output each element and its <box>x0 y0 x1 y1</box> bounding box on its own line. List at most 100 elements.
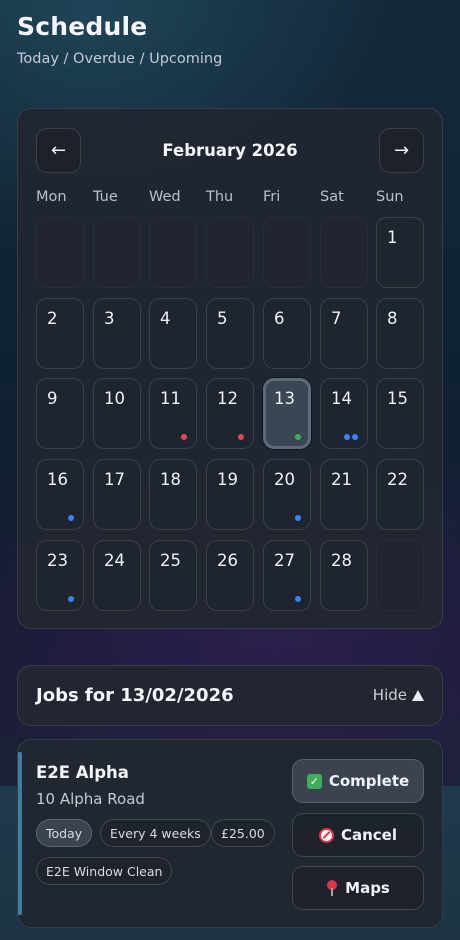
complete-button[interactable]: ✓ Complete <box>292 759 424 803</box>
calendar-day-26[interactable]: 26 <box>206 540 254 611</box>
day-number: 24 <box>104 551 125 570</box>
chip-frequency: Every 4 weeks <box>100 819 211 847</box>
calendar-day-19[interactable]: 19 <box>206 459 254 530</box>
calendar-card: ← February 2026 → Mon Tue Wed Thu Fri Sat Sun … <box>17 108 443 629</box>
job-markers <box>295 515 301 521</box>
cancel-button[interactable]: Cancel <box>292 813 424 857</box>
day-number: 16 <box>47 470 68 489</box>
day-number: 10 <box>104 389 125 408</box>
page-subtitle: Today / Overdue / Upcoming <box>17 51 223 67</box>
day-number: 7 <box>331 309 342 328</box>
job-markers <box>295 596 301 602</box>
job-address: 10 Alpha Road <box>36 790 145 808</box>
day-number: 3 <box>104 309 115 328</box>
calendar-day-22[interactable]: 22 <box>376 459 424 530</box>
chip-service: E2E Window Clean <box>36 857 173 885</box>
day-number: 28 <box>331 551 352 570</box>
calendar-day-15[interactable]: 15 <box>376 378 424 449</box>
calendar-empty-cell <box>36 217 84 288</box>
triangle-up-icon <box>412 689 424 701</box>
calendar-day-17[interactable]: 17 <box>93 459 141 530</box>
calendar-day-11[interactable]: 11 <box>149 378 197 449</box>
calendar-day-13[interactable]: 13 <box>263 378 311 449</box>
day-number: 4 <box>160 309 171 328</box>
maps-label: Maps <box>345 879 390 897</box>
job-marker-dot <box>68 515 74 521</box>
map-pin-icon <box>326 880 338 896</box>
calendar-day-28[interactable]: 28 <box>320 540 368 611</box>
calendar-day-16[interactable]: 16 <box>36 459 84 530</box>
hide-label: Hide <box>372 686 407 704</box>
maps-button[interactable]: Maps <box>292 866 424 910</box>
calendar-day-21[interactable]: 21 <box>320 459 368 530</box>
jobs-section-header: Jobs for 13/02/2026 Hide <box>17 665 443 726</box>
calendar-empty-cell <box>149 217 197 288</box>
day-number: 5 <box>217 309 228 328</box>
calendar-day-20[interactable]: 20 <box>263 459 311 530</box>
calendar-day-3[interactable]: 3 <box>93 298 141 369</box>
calendar-day-7[interactable]: 7 <box>320 298 368 369</box>
day-number: 27 <box>274 551 295 570</box>
calendar-day-23[interactable]: 23 <box>36 540 84 611</box>
calendar-empty-cell <box>263 217 311 288</box>
job-marker-dot <box>295 434 301 440</box>
job-marker-dot <box>238 434 244 440</box>
day-number: 9 <box>47 389 58 408</box>
day-number: 19 <box>217 470 238 489</box>
calendar-grid: 1 2 3 4 5 6 7 8 9 10 11 12 13 14 15 16 17 18 19 20 21 22 23 24 2… <box>18 109 442 628</box>
calendar-day-6[interactable]: 6 <box>263 298 311 369</box>
day-number: 25 <box>160 551 181 570</box>
day-number: 26 <box>217 551 238 570</box>
calendar-empty-cell <box>376 540 424 611</box>
calendar-day-14[interactable]: 14 <box>320 378 368 449</box>
calendar-day-12[interactable]: 12 <box>206 378 254 449</box>
calendar-day-2[interactable]: 2 <box>36 298 84 369</box>
job-card[interactable]: E2E Alpha 10 Alpha Road Today Every 4 we… <box>17 739 443 928</box>
job-accent-bar <box>18 752 22 915</box>
job-client-name: E2E Alpha <box>36 763 129 782</box>
job-markers <box>295 434 301 440</box>
calendar-day-5[interactable]: 5 <box>206 298 254 369</box>
calendar-day-1[interactable]: 1 <box>376 217 424 288</box>
job-marker-dot <box>295 596 301 602</box>
chip-today: Today <box>36 819 93 847</box>
job-marker-dot <box>295 515 301 521</box>
calendar-day-25[interactable]: 25 <box>149 540 197 611</box>
job-markers <box>238 434 244 440</box>
job-markers <box>68 515 74 521</box>
day-number: 17 <box>104 470 125 489</box>
day-number: 21 <box>331 470 352 489</box>
calendar-day-27[interactable]: 27 <box>263 540 311 611</box>
calendar-empty-cell <box>320 217 368 288</box>
check-icon: ✓ <box>306 773 322 789</box>
calendar-day-10[interactable]: 10 <box>93 378 141 449</box>
day-number: 6 <box>274 309 285 328</box>
job-marker-dot <box>68 596 74 602</box>
cancel-label: Cancel <box>340 826 397 844</box>
calendar-day-9[interactable]: 9 <box>36 378 84 449</box>
calendar-day-4[interactable]: 4 <box>149 298 197 369</box>
job-marker-dot <box>344 434 350 440</box>
jobs-title: Jobs for 13/02/2026 <box>36 685 234 706</box>
job-markers <box>344 434 358 440</box>
day-number: 15 <box>387 389 408 408</box>
job-marker-dot <box>352 434 358 440</box>
calendar-day-8[interactable]: 8 <box>376 298 424 369</box>
calendar-empty-cell <box>206 217 254 288</box>
day-number: 18 <box>160 470 181 489</box>
job-marker-dot <box>181 434 187 440</box>
page-title: Schedule <box>17 12 148 41</box>
hide-jobs-toggle[interactable]: Hide <box>373 686 424 704</box>
day-number: 11 <box>160 389 181 408</box>
complete-label: Complete <box>328 772 410 790</box>
job-markers <box>68 596 74 602</box>
day-number: 2 <box>47 309 58 328</box>
chip-price: £25.00 <box>211 819 275 847</box>
day-number: 8 <box>387 309 398 328</box>
calendar-empty-cell <box>93 217 141 288</box>
calendar-day-18[interactable]: 18 <box>149 459 197 530</box>
day-number: 1 <box>387 228 398 247</box>
calendar-day-24[interactable]: 24 <box>93 540 141 611</box>
job-markers <box>181 434 187 440</box>
day-number: 22 <box>387 470 408 489</box>
